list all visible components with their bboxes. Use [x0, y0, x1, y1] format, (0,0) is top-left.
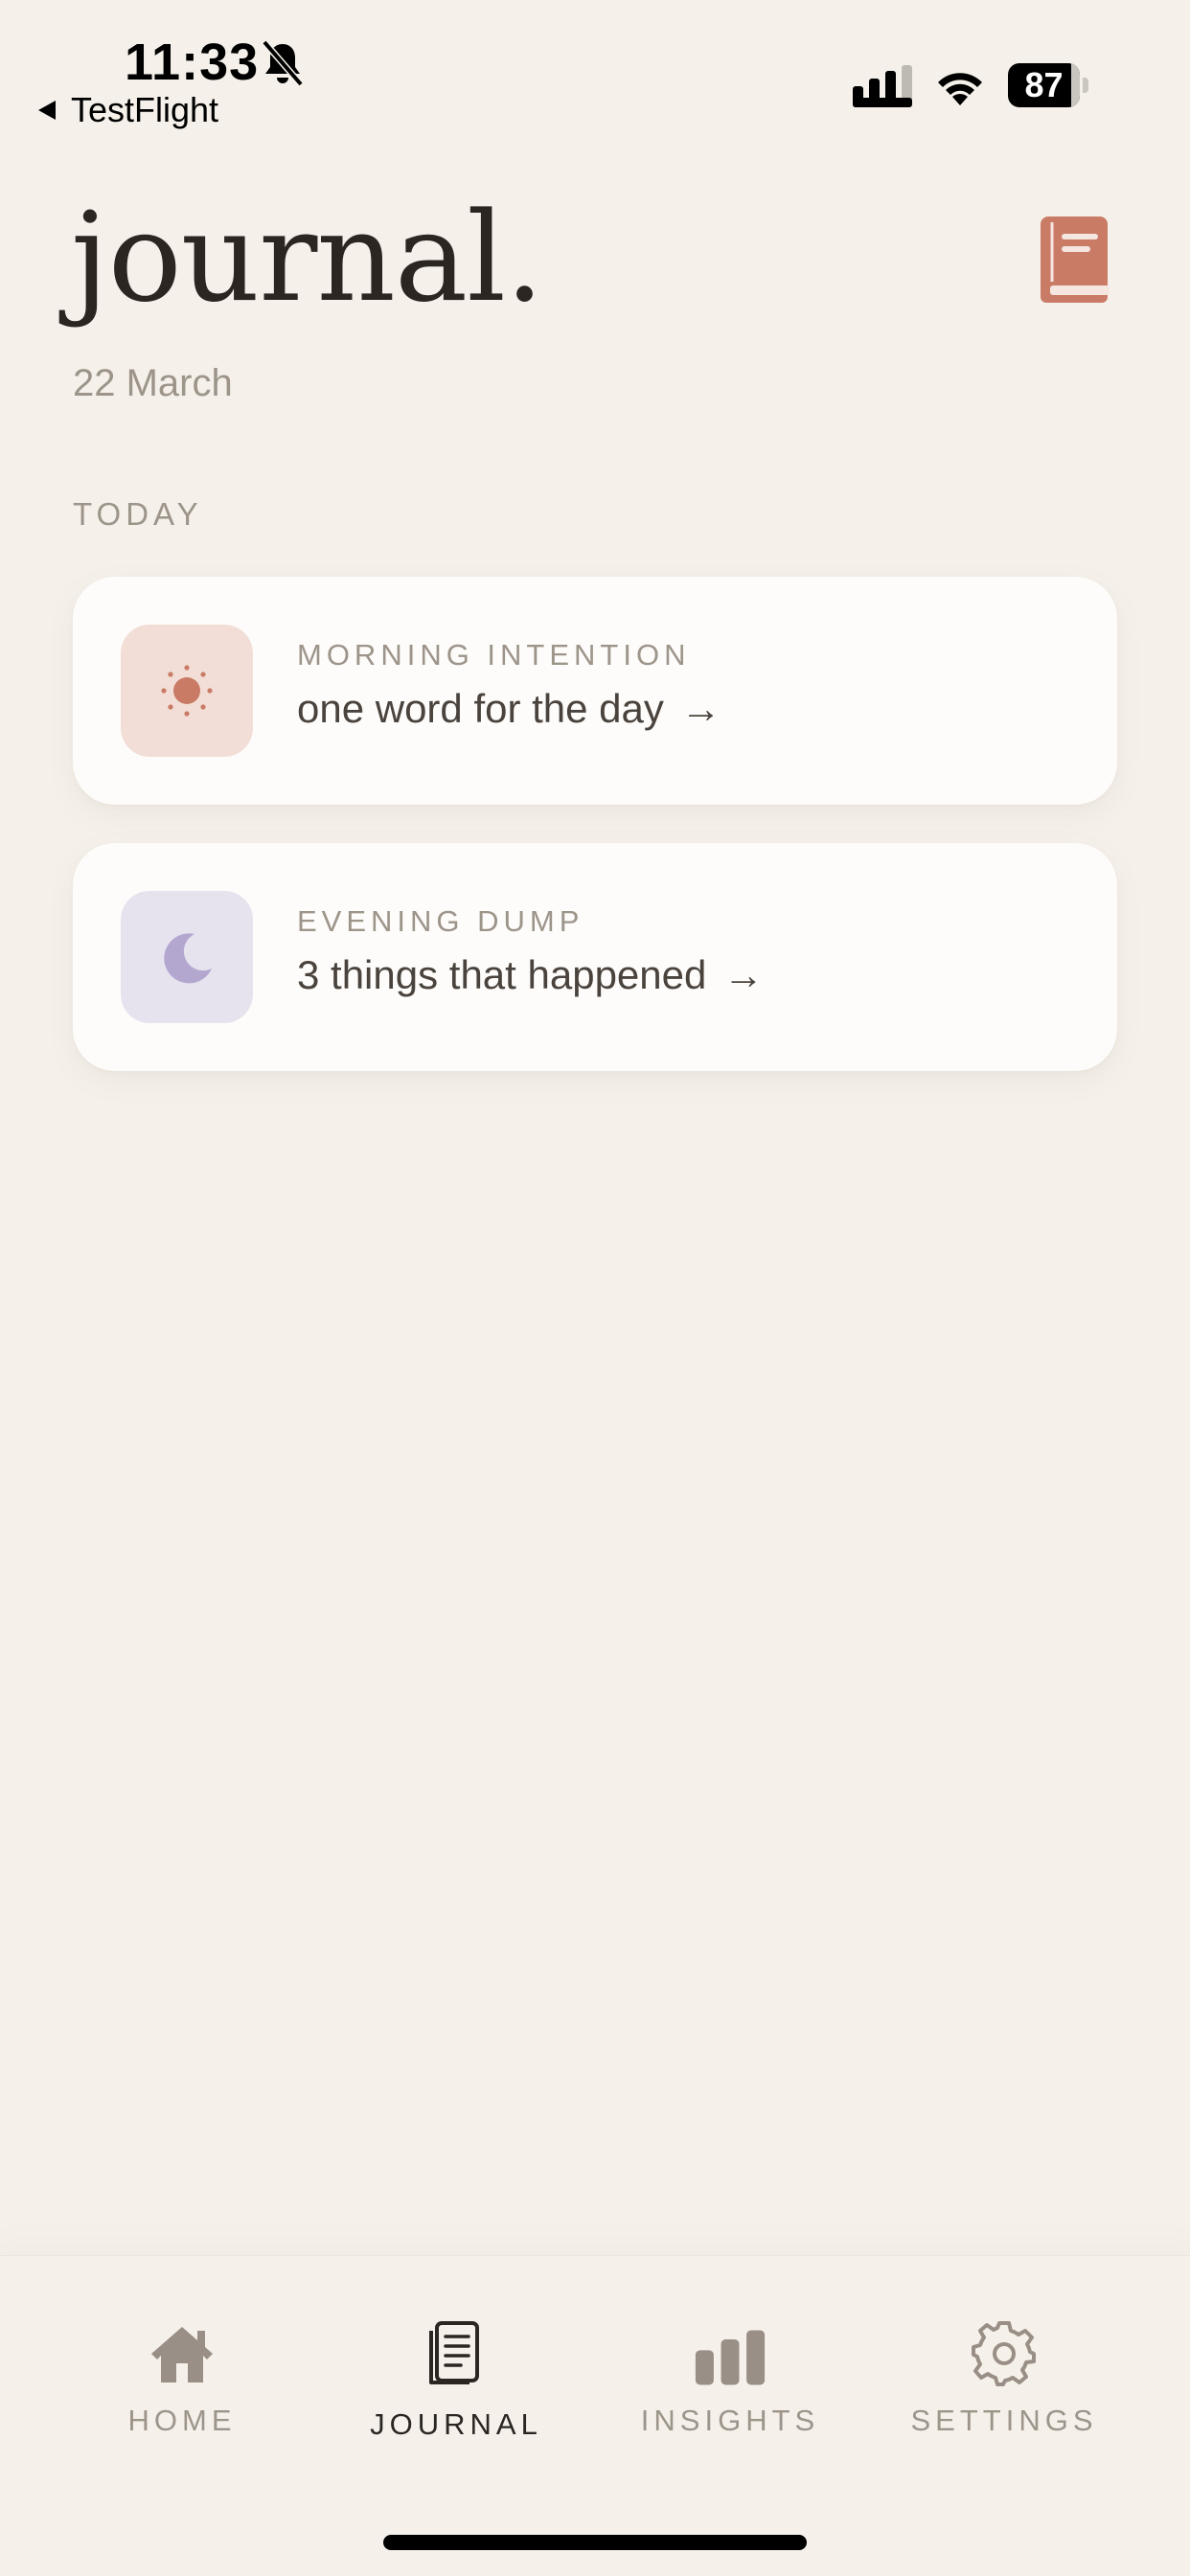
battery-body: 87: [1008, 63, 1081, 107]
gear-icon: [972, 2321, 1036, 2386]
card-label: EVENING DUMP: [297, 904, 584, 938]
moon-icon: [164, 933, 212, 984]
card-label: MORNING INTENTION: [297, 638, 691, 672]
tab-icon-wrap: [420, 2314, 492, 2386]
journal-book-button[interactable]: [1037, 215, 1113, 305]
tab-label: SETTINGS: [910, 2404, 1098, 2437]
status-time: 11:33: [125, 34, 260, 91]
arrow-right-icon: →: [680, 686, 721, 731]
back-link-label: TestFlight: [71, 90, 219, 129]
tab-settings[interactable]: SETTINGS: [889, 2314, 1119, 2448]
sun-icon: [161, 665, 213, 717]
bar-chart-icon: [695, 2330, 766, 2385]
back-arrow-icon: [38, 101, 56, 120]
wifi-icon: [938, 73, 982, 105]
tab-label: JOURNAL: [370, 2407, 542, 2441]
back-to-testflight-link[interactable]: TestFlight: [36, 90, 218, 130]
bell-off-icon: [262, 39, 304, 87]
section-label-today: TODAY: [73, 496, 203, 532]
battery-icon: 87: [1008, 63, 1088, 107]
page-title: journal.: [71, 187, 544, 330]
battery-level: 87: [1024, 65, 1064, 104]
evening-dump-card[interactable]: EVENING DUMP 3 things that happened →: [73, 843, 1117, 1071]
card-prompt-text: one word for the day: [297, 686, 664, 731]
tab-icon-wrap: [146, 2314, 218, 2386]
tab-icon-wrap: [968, 2314, 1041, 2386]
arrow-right-icon: →: [723, 952, 765, 997]
card-prompt: 3 things that happened →: [297, 955, 764, 995]
morning-intention-card[interactable]: MORNING INTENTION one word for the day →: [73, 577, 1117, 805]
journal-icon: [429, 2321, 479, 2384]
morning-icon-tile: [121, 625, 253, 757]
battery-cap: [1083, 78, 1088, 93]
tab-journal[interactable]: JOURNAL: [341, 2314, 571, 2448]
book-icon: [1041, 217, 1110, 303]
tab-insights[interactable]: INSIGHTS: [615, 2314, 845, 2448]
tab-bar: HOME JOURNAL INSIGHTS SETTINGS: [0, 2255, 1190, 2576]
morning-card-text: MORNING INTENTION one word for the day →: [297, 640, 721, 729]
evening-icon-tile: [121, 891, 253, 1023]
status-bar: 11:33 TestFlight 87: [0, 0, 1190, 144]
card-prompt-text: 3 things that happened: [297, 952, 707, 997]
tab-icon-wrap: [694, 2314, 767, 2386]
home-icon: [151, 2327, 213, 2382]
evening-card-text: EVENING DUMP 3 things that happened →: [297, 906, 764, 995]
card-prompt: one word for the day →: [297, 689, 721, 729]
home-indicator[interactable]: [383, 2535, 807, 2550]
tab-home[interactable]: HOME: [67, 2314, 297, 2448]
tab-label: HOME: [127, 2404, 237, 2437]
page-date: 22 March: [73, 362, 233, 404]
tab-label: INSIGHTS: [640, 2404, 820, 2437]
signal-icon: [853, 65, 912, 107]
